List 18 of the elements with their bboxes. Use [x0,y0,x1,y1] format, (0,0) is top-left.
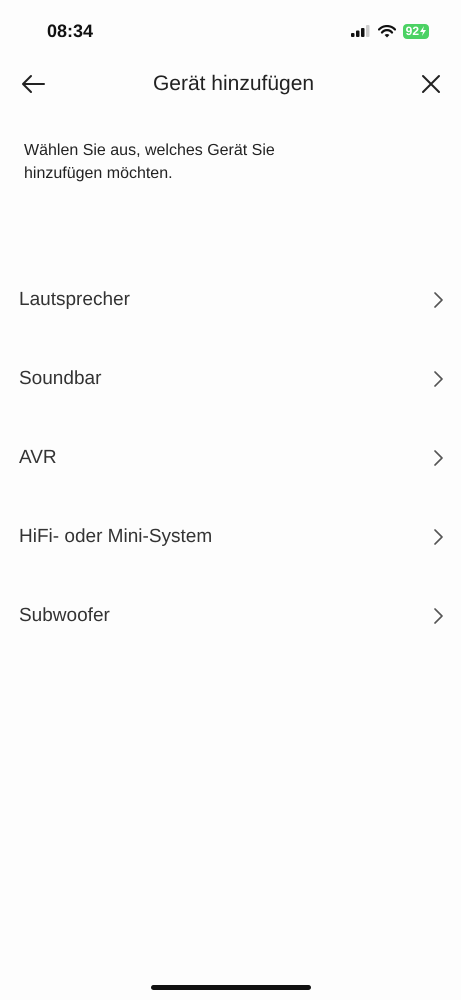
instruction-text: Wählen Sie aus, welches Gerät Sie hinzufügen möchten. [24,141,276,184]
device-type-item[interactable]: Lautsprecher [0,260,461,340]
chevron-right-icon [434,608,443,624]
close-button[interactable] [420,74,441,94]
signal-icon [350,25,371,37]
device-type-item[interactable]: Subwoofer [0,576,461,656]
status-time: 08:34 [47,20,94,42]
wifi-icon [378,24,396,38]
device-type-item[interactable]: HiFi- oder Mini-System [0,497,461,577]
chevron-right-icon [434,450,443,466]
device-type-item[interactable]: Soundbar [0,339,461,419]
chevron-right-icon [434,371,443,387]
screen-title: Gerät hinzufügen [152,72,314,96]
back-button[interactable] [20,74,46,94]
chevron-right-icon [434,529,443,545]
chevron-right-icon [434,292,443,308]
device-type-item[interactable]: AVR [0,418,461,498]
battery-indicator: 92 [402,24,429,38]
